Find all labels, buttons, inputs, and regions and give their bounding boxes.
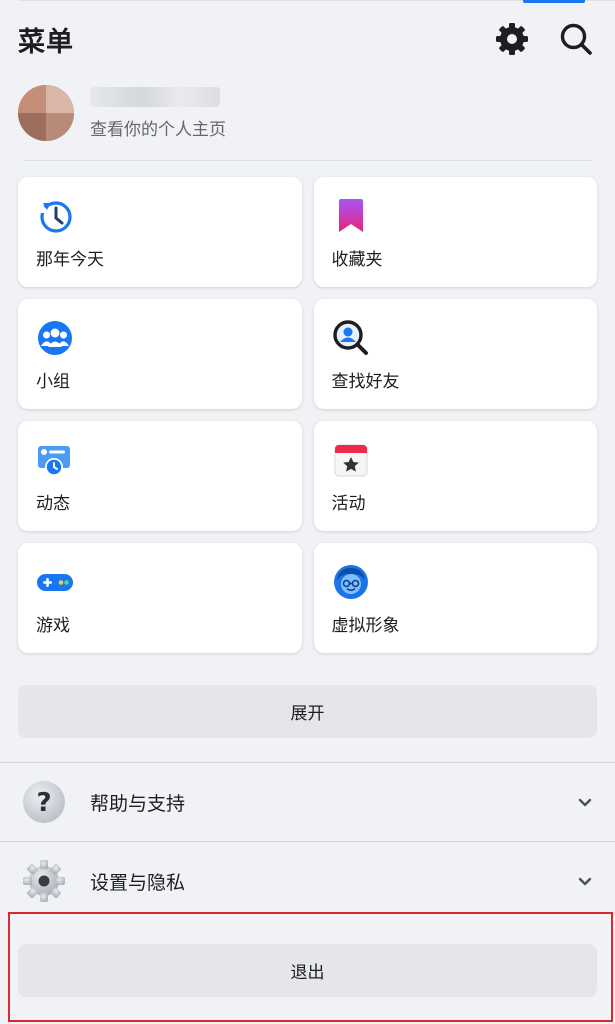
profile-divider bbox=[24, 160, 591, 161]
shortcut-groups[interactable]: 小组 bbox=[18, 299, 302, 409]
shortcut-find-friends[interactable]: 查找好友 bbox=[313, 299, 597, 409]
search-button[interactable] bbox=[555, 18, 597, 60]
profile-text: 查看你的个人主页 bbox=[90, 86, 226, 140]
see-more-button[interactable]: 展开 bbox=[18, 685, 597, 738]
profile-subtitle: 查看你的个人主页 bbox=[90, 119, 226, 140]
feeds-icon bbox=[38, 446, 70, 476]
help-question-icon: ? bbox=[23, 781, 65, 823]
section-divider bbox=[0, 841, 615, 842]
history-clock-icon bbox=[38, 201, 72, 233]
groups-icon bbox=[38, 321, 72, 355]
shortcut-memories[interactable]: 那年今天 bbox=[18, 177, 302, 287]
help-support-section[interactable]: ? 帮助与支持 bbox=[20, 772, 595, 832]
search-icon bbox=[560, 23, 592, 55]
shortcut-feeds[interactable]: 动态 bbox=[18, 421, 302, 531]
shortcut-label: 虚拟形象 bbox=[331, 616, 400, 636]
section-label: 设置与隐私 bbox=[90, 871, 186, 894]
menu-header: 菜单 bbox=[18, 14, 597, 64]
chevron-down-icon bbox=[578, 877, 592, 886]
shortcut-label: 那年今天 bbox=[36, 250, 104, 270]
bookmark-icon bbox=[338, 199, 363, 232]
shortcut-avatars[interactable]: 虚拟形象 bbox=[313, 543, 597, 653]
gear-icon bbox=[496, 23, 528, 55]
logout-button[interactable]: 退出 bbox=[18, 944, 597, 997]
active-tab-indicator bbox=[523, 0, 585, 3]
page-title: 菜单 bbox=[18, 26, 74, 58]
find-friends-icon bbox=[332, 320, 368, 355]
shortcut-label: 小组 bbox=[36, 372, 70, 392]
events-calendar-icon bbox=[334, 444, 367, 477]
shortcut-gaming[interactable]: 游戏 bbox=[18, 543, 302, 653]
shortcut-label: 动态 bbox=[36, 494, 70, 514]
header-actions bbox=[491, 18, 597, 60]
avatar-icon bbox=[333, 565, 368, 599]
chevron-down-icon bbox=[578, 798, 592, 807]
shortcut-label: 活动 bbox=[331, 494, 366, 514]
settings-privacy-section[interactable]: 设置与隐私 bbox=[20, 851, 595, 911]
shortcut-grid: 那年今天 收藏夹 小组 查找好友 动态 活动 游戏 虚拟形象 bbox=[18, 177, 597, 653]
section-divider bbox=[0, 762, 615, 763]
shortcut-label: 查找好友 bbox=[331, 372, 400, 392]
avatar bbox=[18, 85, 74, 141]
gamepad-icon bbox=[37, 574, 73, 591]
section-label: 帮助与支持 bbox=[90, 792, 186, 815]
profile-name-redacted bbox=[90, 86, 220, 107]
shortcut-label: 游戏 bbox=[36, 616, 70, 636]
shortcut-label: 收藏夹 bbox=[331, 250, 383, 270]
shortcut-events[interactable]: 活动 bbox=[313, 421, 597, 531]
settings-gear-icon bbox=[23, 860, 65, 902]
svg-text:?: ? bbox=[36, 788, 51, 818]
shortcut-saved[interactable]: 收藏夹 bbox=[313, 177, 597, 287]
settings-button[interactable] bbox=[491, 18, 533, 60]
profile-entry[interactable]: 查看你的个人主页 bbox=[18, 80, 597, 146]
